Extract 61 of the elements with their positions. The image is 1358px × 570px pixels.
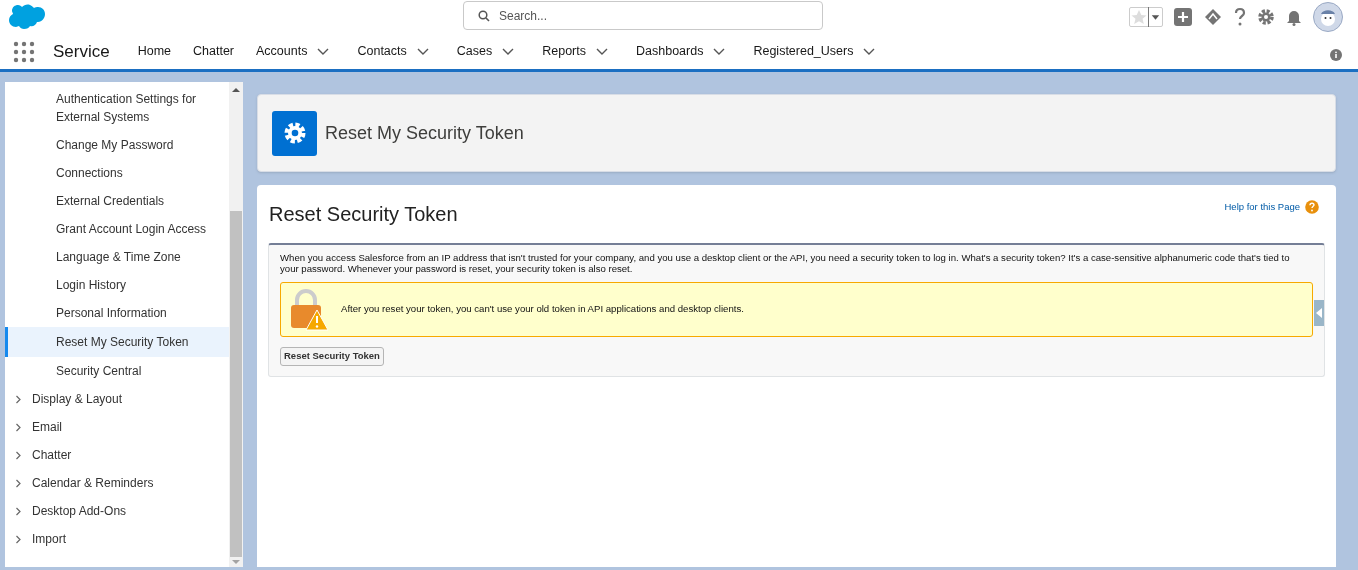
nav-tab[interactable]: Contacts [346,42,440,61]
help-icon[interactable] [1233,7,1247,27]
sidebar-item[interactable]: Change My Password [5,131,229,159]
chevron-right-icon [14,478,23,488]
chevron-right-icon [14,394,23,404]
chevron-right-icon [14,450,23,460]
nav-tab[interactable]: Chatter [182,42,246,61]
sidebar-item[interactable]: Security Central [5,357,229,385]
sidebar-section[interactable]: Email [5,413,229,441]
sidebar-section[interactable]: Calendar & Reminders [5,469,229,497]
app-launcher-icon[interactable] [13,40,35,63]
sidebar-item[interactable]: Connections [5,159,229,187]
cloud-logo-icon[interactable] [7,4,45,30]
description-text: When you access Salesforce from an IP address that isn't trusted for your company, and you use a desktop client or the API, you need a security token to log in. What's a security token? It's a case-sensitive alphanumeric code that's tied to your password. Whenever your password is reset, your security token is also reset. [280,252,1291,274]
chevron-down-icon [713,47,726,56]
star-icon [1130,9,1148,25]
page-title: Reset My Security Token [325,121,524,145]
sidebar-section[interactable]: Display & Layout [5,385,229,413]
search-field[interactable]: Search... [463,1,823,30]
sidebar-item[interactable]: Authentication Settings for External Systems [5,85,229,131]
info-icon[interactable] [1330,49,1342,61]
favorites-button[interactable] [1129,7,1163,27]
sidebar-section[interactable]: Desktop Add-Ons [5,497,229,525]
section-title: Reset Security Token [269,202,458,227]
sidebar-item[interactable]: Reset My Security Token [5,327,229,357]
chevron-down-icon [502,47,515,56]
add-icon[interactable] [1173,7,1193,27]
scrollbar[interactable] [229,82,243,567]
sidebar-item[interactable]: Language & Time Zone [5,243,229,271]
help-link[interactable]: Help for this Page [1224,200,1300,215]
side-tab-handle[interactable] [1314,300,1324,326]
avatar-icon[interactable] [1313,2,1343,32]
chevron-down-icon [317,47,330,56]
nav-tab[interactable]: Dashboards [625,42,737,61]
chevron-right-icon [14,422,23,432]
chevron-right-icon [14,534,23,544]
sidebar-item[interactable]: Login History [5,271,229,299]
search-icon [478,10,490,22]
caret-icon [1148,7,1162,27]
nav-tab[interactable]: Accounts [245,42,341,61]
nav-tab[interactable]: Reports [531,42,619,61]
chevron-down-icon [416,47,429,56]
chevron-down-icon [596,47,608,56]
sidebar-item[interactable]: Personal Information [5,299,229,327]
sidebar-section[interactable]: Import [5,525,229,553]
notifications-icon[interactable] [1285,8,1303,26]
sidebar-section[interactable]: Chatter [5,441,229,469]
settings-icon[interactable] [1257,8,1275,26]
help-icon[interactable] [1305,200,1319,215]
reset-security-token-button[interactable]: Reset Security Token [280,347,384,366]
sidebar-item[interactable]: External Credentials [5,187,229,215]
scroll-up-icon[interactable] [232,85,240,95]
warning-text: After you reset your token, you can't use your old token in API applications and desktop clients. [341,302,744,317]
chevron-right-icon [14,506,23,516]
sidebar-item[interactable]: Grant Account Login Access [5,215,229,243]
settings-icon [272,110,317,156]
chevron-down-icon [863,47,876,56]
app-name: Service [53,40,110,63]
nav-tab[interactable]: Cases [445,42,526,61]
nav-tab[interactable]: Registered_Users [742,42,887,61]
nav-tab[interactable]: Home [126,42,183,61]
